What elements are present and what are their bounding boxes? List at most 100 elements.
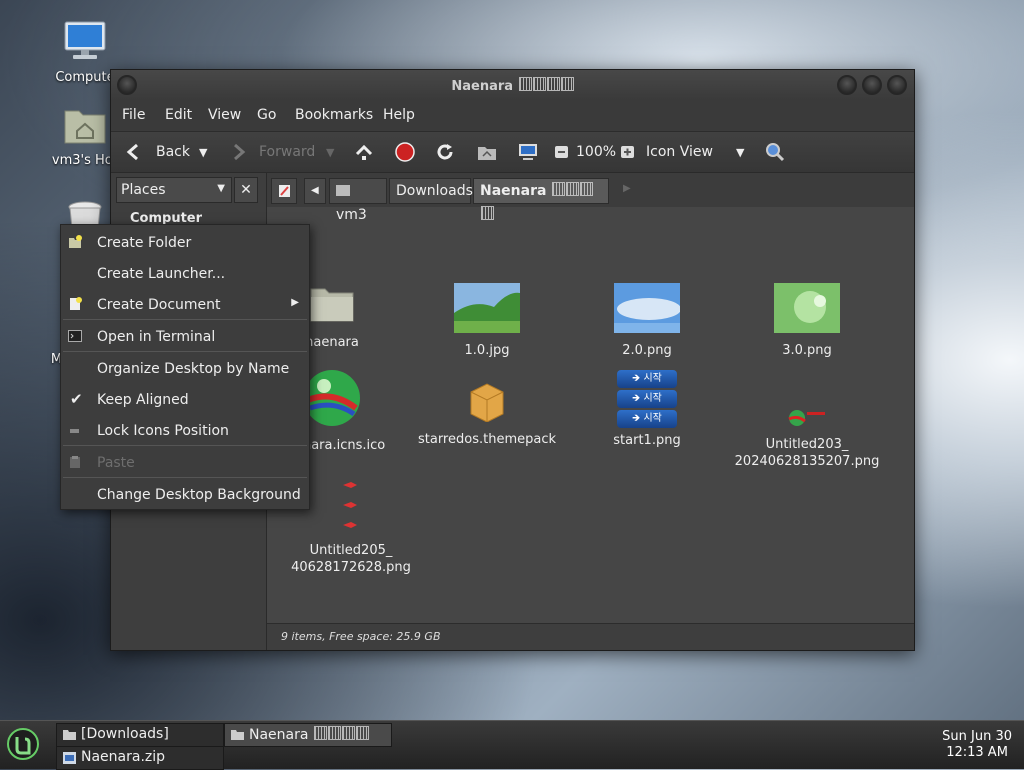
breadcrumb-label: vm3 <box>336 207 367 223</box>
file-name: starredos.themepack <box>417 432 556 447</box>
taskbar-item-label: Naenara <box>249 727 309 743</box>
clock[interactable]: Sun Jun 30 12:13 AM <box>942 729 1012 761</box>
folder-icon <box>63 730 76 740</box>
menu-item-keep-aligned[interactable]: ✔ Keep Aligned <box>61 384 309 414</box>
taskbar-item-naenara[interactable]: Naenara <box>224 723 392 747</box>
mint-menu-icon[interactable] <box>6 727 40 761</box>
menu-item-label: Create Folder <box>97 235 192 251</box>
file-name: 3.0.png <box>782 343 832 358</box>
menu-item-label: Create Document <box>97 297 221 313</box>
places-selector[interactable]: Places ▼ <box>116 177 232 203</box>
image-thumbnail <box>614 283 681 333</box>
back-arrow-icon[interactable] <box>123 141 145 163</box>
menu-bookmarks[interactable]: Bookmarks <box>295 107 373 123</box>
home-folder-icon <box>336 185 350 196</box>
path-forward-arrow[interactable]: ▶ <box>623 183 631 194</box>
package-icon <box>470 383 504 423</box>
taskbar-item-downloads[interactable]: [Downloads] <box>56 723 224 747</box>
status-bar: 9 items, Free space: 25.9 GB <box>267 623 914 650</box>
edit-icon <box>279 185 290 197</box>
file-view: ◀ vm3 Downloads Naenara ▶ naenara 1.0.jp… <box>267 173 914 650</box>
hangul-glyph <box>518 77 574 94</box>
bottom-panel: [Downloads] Naenara.zip Naenara Sun Jun … <box>0 720 1024 770</box>
close-button[interactable] <box>887 75 907 95</box>
menu-separator <box>63 319 307 320</box>
globe-icon <box>304 370 360 426</box>
toolbar: Back ▼ Forward ▼ 100% Icon View ▼ <box>111 131 914 173</box>
menu-edit[interactable]: Edit <box>165 107 192 123</box>
menu-item-organize-desktop[interactable]: Organize Desktop by Name <box>61 353 309 383</box>
breadcrumb-label: Naenara <box>480 183 547 199</box>
folder-new-icon <box>69 235 82 248</box>
menu-help[interactable]: Help <box>383 107 415 123</box>
home-icon[interactable] <box>476 141 498 163</box>
location-bar: ◀ vm3 Downloads Naenara ▶ <box>267 173 914 223</box>
view-mode-dropdown[interactable]: ▼ <box>736 146 744 159</box>
breadcrumb-naenara[interactable]: Naenara <box>473 178 609 220</box>
file-name: start1.png <box>613 433 681 448</box>
window-title: Naenara <box>451 79 514 94</box>
menu-item-label: Keep Aligned <box>97 392 189 408</box>
menu-item-create-launcher[interactable]: Create Launcher... <box>61 258 309 288</box>
forward-history-dropdown[interactable]: ▼ <box>326 146 334 159</box>
up-arrow-icon[interactable] <box>353 141 375 163</box>
title-bar[interactable]: Naenara <box>111 70 914 100</box>
menu-view[interactable]: View <box>208 107 241 123</box>
menu-item-create-document[interactable]: Create Document ▶ <box>61 289 309 319</box>
search-icon[interactable] <box>764 141 786 163</box>
lock-icon <box>70 429 79 433</box>
taskbar-item-naenara-zip[interactable]: Naenara.zip <box>56 746 224 770</box>
menu-item-create-folder[interactable]: Create Folder <box>61 227 309 257</box>
zoom-in-icon[interactable] <box>617 141 639 163</box>
menu-item-label: Lock Icons Position <box>97 423 229 439</box>
menu-file[interactable]: File <box>122 107 145 123</box>
close-sidebar-button[interactable]: ✕ <box>234 177 258 203</box>
menu-item-label: Open in Terminal <box>97 329 216 345</box>
taskbar-item-label: [Downloads] <box>81 726 169 742</box>
menu-item-open-terminal[interactable]: Open in Terminal <box>61 321 309 351</box>
menu-item-change-background[interactable]: Change Desktop Background <box>61 479 309 509</box>
file-item[interactable]: Untitled203_ 20240628135207.png <box>732 409 882 470</box>
computer-icon <box>64 21 106 59</box>
file-name: 1.0.jpg <box>464 343 510 358</box>
file-name-line-1: Untitled203_ <box>765 437 849 452</box>
view-mode-select[interactable]: Icon View <box>646 144 713 160</box>
folder-icon <box>231 730 244 740</box>
menu-go[interactable]: Go <box>257 107 276 123</box>
paste-icon <box>70 456 80 468</box>
menu-item-paste[interactable]: Paste <box>61 447 309 477</box>
image-thumbnail <box>788 410 825 426</box>
home-folder-icon <box>64 110 106 144</box>
edit-location-button[interactable] <box>271 178 297 204</box>
breadcrumb-vm3[interactable]: vm3 <box>329 178 387 223</box>
breadcrumb-downloads[interactable]: Downloads <box>389 178 473 204</box>
computer-icon[interactable] <box>517 141 539 163</box>
archive-icon <box>63 752 76 764</box>
places-label: Places <box>121 182 166 198</box>
back-history-dropdown[interactable]: ▼ <box>199 146 207 159</box>
menu-separator <box>63 351 307 352</box>
file-name-line-2: 40628172628.png <box>291 560 411 575</box>
minimize-button[interactable] <box>837 75 857 95</box>
back-button[interactable]: Back <box>156 144 190 160</box>
reload-icon[interactable] <box>434 141 456 163</box>
image-thumbnail <box>454 283 520 333</box>
file-item[interactable]: starredos.themepack <box>412 380 562 448</box>
file-item[interactable]: 🡺 시작 🡺 시작 🡺 시작 start1.png <box>572 370 722 449</box>
file-item[interactable]: 3.0.png <box>732 283 882 359</box>
file-item[interactable]: 1.0.jpg <box>412 283 562 359</box>
path-back-arrow[interactable]: ◀ <box>304 178 326 204</box>
desktop-context-menu: Create Folder Create Launcher... Create … <box>60 224 310 510</box>
maximize-button[interactable] <box>862 75 882 95</box>
forward-button[interactable]: Forward <box>259 144 315 160</box>
file-item[interactable]: 2.0.png <box>572 283 722 359</box>
folder-icon <box>310 288 354 322</box>
forward-arrow-icon[interactable] <box>227 141 249 163</box>
taskbar-item-label: Naenara.zip <box>81 749 166 765</box>
file-name-line-2: 20240628135207.png <box>734 454 880 469</box>
check-icon: ✔ <box>70 390 83 408</box>
stop-icon[interactable] <box>394 141 416 163</box>
image-thumbnail <box>343 482 357 528</box>
zoom-out-icon[interactable] <box>551 141 573 163</box>
menu-item-lock-icons[interactable]: Lock Icons Position <box>61 415 309 445</box>
